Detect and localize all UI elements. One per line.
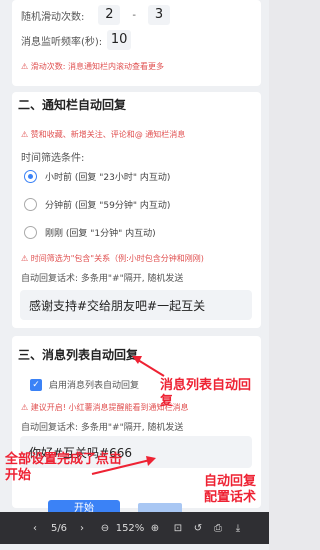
section2-reply-label: 自动回复话术: 多条用"#"隔开, 随机发送 [21, 274, 184, 284]
random-slide-label: 随机滑动次数: [21, 11, 85, 23]
radio-just-now[interactable]: 刚刚 (回复 "1分钟" 内互动) [24, 226, 156, 239]
random-slide-row: 随机滑动次数: 2 - 3 [21, 5, 170, 25]
annotation-arrow-2 [91, 456, 156, 475]
radio-hours[interactable]: 小时前 (回复 "23小时" 内互动) [24, 170, 170, 183]
section2-reply-input[interactable]: 感谢支持#交给朋友吧#一起互关 [20, 290, 252, 320]
random-slide-dash: - [132, 9, 136, 21]
radio-unselected-icon [24, 226, 37, 239]
zoom-level: 152% [115, 522, 145, 534]
checkbox-checked-icon: ✓ [30, 378, 42, 391]
fit-page-icon[interactable]: ⊡ [168, 523, 188, 534]
page: 随机滑动次数: 2 - 3 消息监听频率(秒): 10 ⚠ 滑动次数: 消息通知… [0, 0, 269, 550]
radio-unselected-icon [24, 198, 37, 211]
notify-freq-label: 消息监听频率(秒): [21, 36, 103, 48]
section2-warning: ⚠ 赞和收藏、新增关注、评论和@ 通知栏消息 [21, 130, 186, 139]
random-slide-min[interactable]: 2 [98, 5, 121, 25]
enable-checkbox[interactable]: ✓ 启用消息列表自动回复 [30, 378, 139, 391]
enable-checkbox-label: 启用消息列表自动回复 [49, 381, 140, 391]
page-indicator: 5/6 [50, 522, 68, 534]
zoom-in-icon[interactable]: ⊕ [146, 523, 164, 534]
notify-freq-input[interactable]: 10 [107, 30, 132, 50]
settings-card: 随机滑动次数: 2 - 3 消息监听频率(秒): 10 ⚠ 滑动次数: 消息通知… [12, 0, 261, 86]
section3-title: 三、消息列表自动回复 [18, 348, 139, 362]
zoom-out-icon[interactable]: ⊖ [96, 523, 114, 534]
notify-freq-row: 消息监听频率(秒): 10 [21, 30, 132, 50]
print-icon[interactable]: ⎙ [208, 523, 228, 534]
next-page-icon[interactable]: › [72, 523, 92, 534]
annotation-auto-reply: 自动回复配置话术 [204, 474, 257, 505]
rotate-icon[interactable]: ↺ [188, 523, 208, 534]
notification-reply-card: 二、通知栏自动回复 ⚠ 赞和收藏、新增关注、评论和@ 通知栏消息 时间筛选条件:… [12, 92, 261, 328]
annotation-arrow-1 [132, 356, 165, 377]
download-icon[interactable]: ⤓ [228, 523, 248, 534]
viewer-toolbar: ‹ 5/6 › ⊖ 152% ⊕ ⊡ ↺ ⎙ ⤓ [0, 512, 269, 544]
prev-page-icon[interactable]: ‹ [24, 523, 46, 534]
random-slide-max[interactable]: 3 [147, 5, 170, 25]
section3-reply-label: 自动回复话术: 多条用"#"隔开, 随机发送 [21, 423, 184, 433]
section2-title: 二、通知栏自动回复 [18, 98, 127, 112]
time-filter-label: 时间筛选条件: [21, 153, 85, 164]
slide-warning: ⚠ 滑动次数: 消息通知栏内滚动查看更多 [21, 62, 164, 71]
radio-hours-label: 小时前 (回复 "23小时" 内互动) [45, 173, 171, 183]
radio-minutes[interactable]: 分钟前 (回复 "59分钟" 内互动) [24, 198, 170, 211]
time-filter-note: ⚠ 时间筛选为"包含"关系（例:小时包含分钟和刚刚) [21, 254, 204, 263]
radio-selected-icon [24, 170, 37, 183]
annotation-msg-list: 消息列表自动回复 [160, 378, 252, 409]
radio-just-now-label: 刚刚 (回复 "1分钟" 内互动) [45, 229, 156, 239]
radio-minutes-label: 分钟前 (回复 "59分钟" 内互动) [45, 201, 171, 211]
